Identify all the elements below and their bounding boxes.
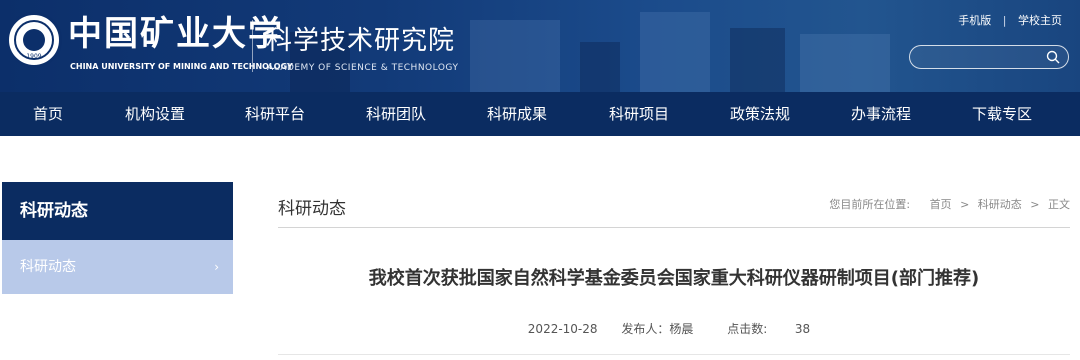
breadcrumb-home-link[interactable]: 首页 [930,198,952,211]
nav-item-organization[interactable]: 机构设置 [96,92,214,136]
main-nav: 首页 机构设置 科研平台 科研团队 科研成果 科研项目 政策法规 办事流程 下载… [0,92,1080,136]
university-name-en: CHINA UNIVERSITY OF MINING AND TECHNOLOG… [70,62,293,71]
breadcrumb-separator: > [1030,198,1040,211]
sidebar-item-research-news[interactable]: 科研动态 › [2,240,233,294]
search-input[interactable] [909,45,1069,69]
nav-item-projects[interactable]: 科研项目 [578,92,700,136]
article-title: 我校首次获批国家自然科学基金委员会国家重大科研仪器研制项目(部门推荐) [368,268,980,289]
institute-name-en: ACADEMY OF SCIENCE & TECHNOLOGY [267,63,459,73]
article-divider [278,354,1070,355]
header-backdrop [470,20,560,92]
emblem-core [23,29,45,51]
breadcrumb-separator: > [960,198,970,211]
nav-item-downloads[interactable]: 下载专区 [942,92,1062,136]
chevron-right-icon: › [214,260,219,274]
article-meta: 2022-10-28 发布人：杨晨 点击数: 38 [278,320,1070,337]
breadcrumb-section-link[interactable]: 科研动态 [978,198,1022,211]
header-backdrop [640,12,710,92]
university-name[interactable]: 中国矿业大学 [68,14,282,54]
nav-item-platforms[interactable]: 科研平台 [214,92,336,136]
top-links: 手机版 | 学校主页 [958,12,1062,28]
article-date: 2022-10-28 [527,322,598,336]
nav-item-policies[interactable]: 政策法规 [700,92,820,136]
nav-item-achievements[interactable]: 科研成果 [456,92,578,136]
section-title: 科研动态 [278,199,346,219]
header-backdrop [730,28,785,92]
mobile-version-link[interactable]: 手机版 [958,14,991,27]
university-emblem[interactable]: 1909 [6,12,62,68]
clicks-count: 38 [794,322,811,336]
nav-item-procedures[interactable]: 办事流程 [820,92,942,136]
search-icon[interactable] [1046,50,1060,64]
school-home-link[interactable]: 学校主页 [1018,14,1062,27]
section-divider [278,227,1070,228]
article-clicks: 点击数: 38 [717,322,820,336]
clicks-label: 点击数: [727,322,768,336]
breadcrumb-current: 正文 [1048,198,1070,211]
link-separator: | [1002,14,1007,27]
breadcrumb: 您目前所在位置: 首页 > 科研动态 > 正文 [829,196,1070,212]
nav-item-home[interactable]: 首页 [0,92,96,136]
sidebar-item-label: 科研动态 [20,259,76,275]
sidebar-title: 科研动态 [2,182,233,240]
header-backdrop [580,42,620,92]
emblem-year: 1909 [26,53,42,60]
header-divider [252,20,253,72]
article-publisher: 发布人：杨晨 [621,322,694,336]
nav-item-teams[interactable]: 科研团队 [336,92,456,136]
breadcrumb-label: 您目前所在位置: [829,198,911,211]
site-header: 1909 中国矿业大学 CHINA UNIVERSITY OF MINING A… [0,0,1080,92]
institute-name[interactable]: 科学技术研究院 [266,24,455,58]
header-backdrop [800,34,890,92]
